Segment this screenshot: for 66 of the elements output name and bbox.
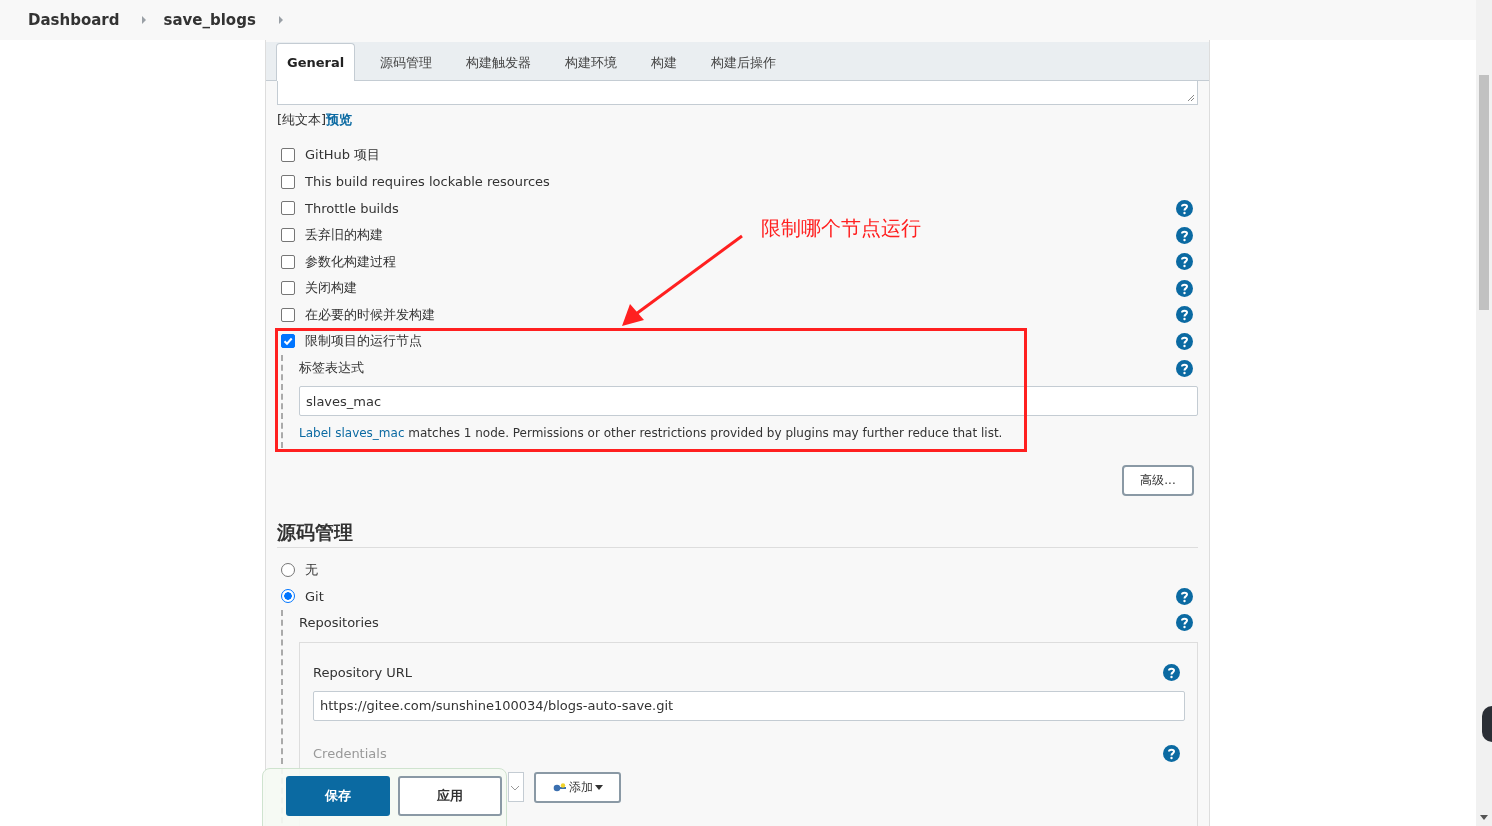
repository-url-field[interactable]: https://gitee.com/sunshine100034/blogs-auto-save.git [313, 690, 1185, 721]
breadcrumb-link[interactable]: save_blogs [163, 11, 256, 29]
tab[interactable]: 源码管理 [363, 43, 450, 81]
tab[interactable]: 构建 [634, 43, 695, 81]
checkbox[interactable] [281, 254, 295, 269]
field-label: Repository URL [313, 664, 413, 680]
scrollbar-thumb[interactable] [1479, 75, 1489, 310]
option-label: 参数化构建过程 [305, 252, 396, 271]
checkbox[interactable] [281, 174, 295, 189]
checkbox[interactable] [281, 201, 295, 216]
caret-icon [594, 785, 603, 791]
floating-button[interactable] [1482, 706, 1492, 742]
resize-grip-icon[interactable] [1187, 94, 1195, 102]
tab[interactable]: General [276, 43, 356, 81]
help-icon[interactable] [1176, 306, 1193, 324]
option-label: 关闭构建 [305, 279, 357, 298]
help-icon[interactable] [1176, 614, 1193, 632]
label-expression-field[interactable]: slaves_mac [299, 386, 1198, 417]
option-label: 丢弃旧的构建 [305, 226, 383, 245]
advanced-button[interactable]: 高级... [1122, 465, 1194, 497]
checkbox[interactable] [281, 148, 295, 163]
checkbox[interactable] [281, 334, 295, 349]
scroll-down-icon[interactable] [1480, 815, 1488, 820]
help-icon[interactable] [1176, 253, 1193, 271]
footer-button[interactable]: 应用 [398, 776, 502, 816]
option-label: 无 [305, 560, 318, 579]
help-icon[interactable] [1176, 587, 1193, 605]
key-icon [552, 783, 567, 793]
tab[interactable]: 构建环境 [548, 43, 635, 81]
label-link[interactable]: Label slaves_mac [299, 426, 405, 441]
help-icon[interactable] [1176, 332, 1193, 350]
footer-button[interactable]: 保存 [286, 776, 390, 816]
annotation-text: 限制哪个节点运行 [761, 215, 921, 242]
description-field[interactable] [277, 81, 1198, 105]
format-label: [纯文本] [277, 112, 327, 127]
help-icon[interactable] [1163, 744, 1180, 762]
field-label: 标签表达式 [299, 359, 364, 378]
option-label: GitHub 项目 [305, 146, 381, 165]
add-button[interactable]: 添加 [534, 772, 621, 804]
scrollbar[interactable] [1476, 0, 1492, 826]
chevron-icon[interactable] [141, 16, 148, 24]
help-icon[interactable] [1176, 359, 1193, 377]
tab[interactable]: 构建后操作 [694, 43, 794, 81]
checkbox[interactable] [281, 307, 295, 322]
option-label: Git [305, 588, 324, 604]
option-label: 限制项目的运行节点 [305, 332, 422, 351]
help-icon[interactable] [1163, 663, 1180, 681]
radio-button[interactable] [281, 562, 295, 577]
checkbox[interactable] [281, 228, 295, 243]
option-label: This build requires lockable resources [305, 174, 550, 190]
validation-message: Label slaves_mac matches 1 node. Permissions or other restrictions provided by plugins may further reduce that list. [299, 426, 1004, 441]
radio-button[interactable] [281, 589, 295, 604]
option-label: Throttle builds [305, 201, 399, 216]
tab[interactable]: 构建触发器 [449, 43, 549, 81]
help-icon[interactable] [1176, 200, 1193, 217]
field-label: Credentials [313, 745, 387, 761]
preview-link[interactable]: 预览 [326, 112, 353, 127]
help-icon[interactable] [1176, 226, 1193, 244]
section-heading: 源码管理 [277, 520, 1198, 549]
caret-icon [510, 785, 520, 792]
option-label: 在必要的时候并发构建 [305, 305, 435, 324]
chevron-icon[interactable] [277, 16, 284, 24]
field-label: Repositories [299, 615, 379, 631]
breadcrumb-link[interactable]: Dashboard [28, 11, 120, 29]
help-icon[interactable] [1176, 279, 1193, 297]
checkbox[interactable] [281, 281, 295, 296]
